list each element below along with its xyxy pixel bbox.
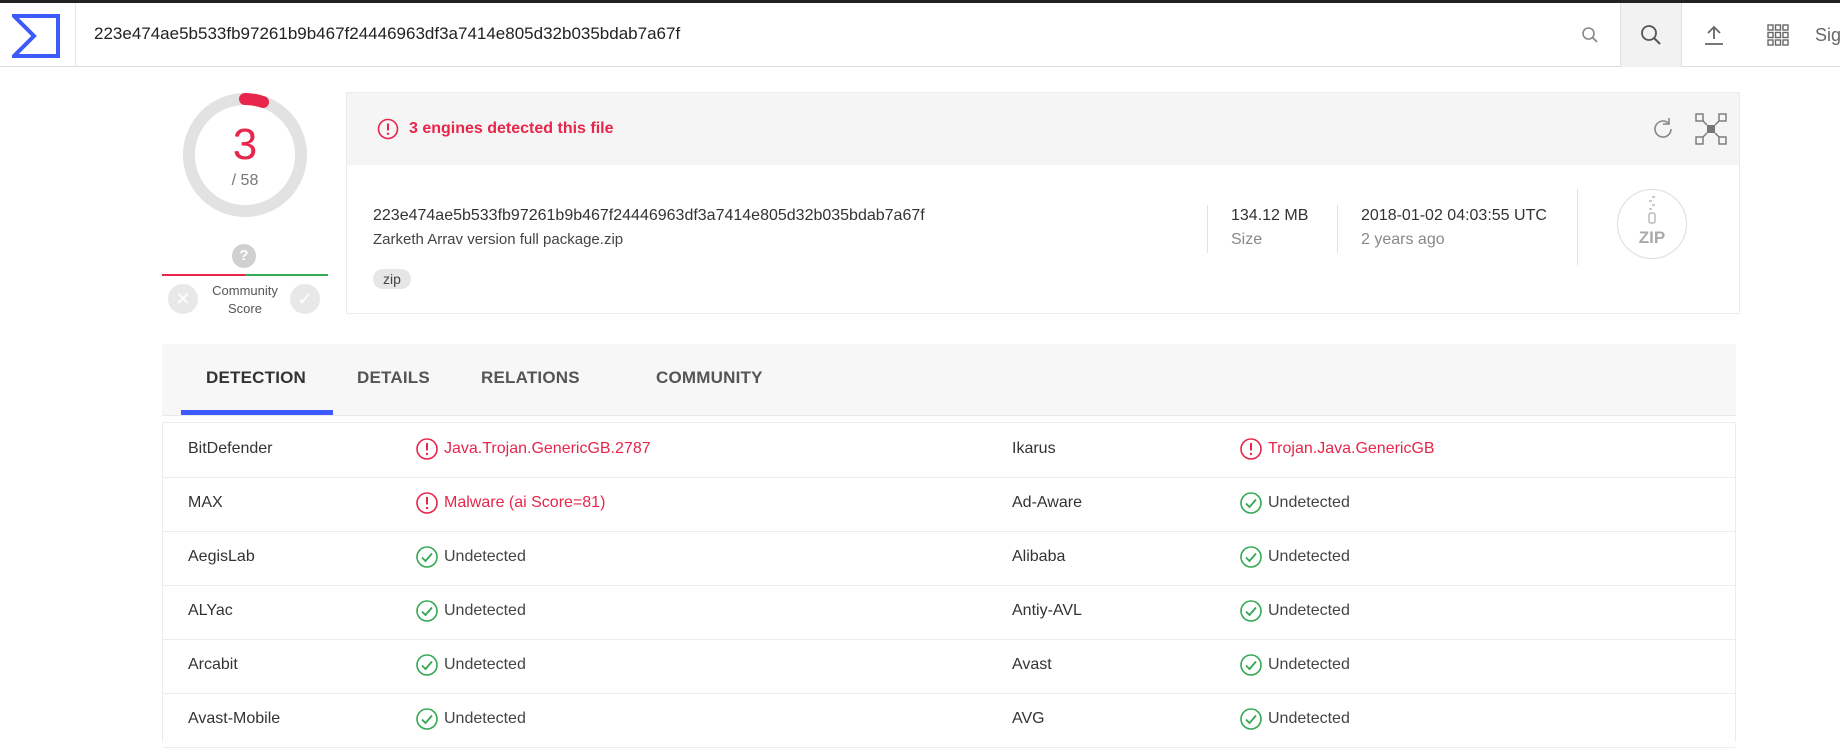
engine-verdict: Undetected <box>444 602 526 619</box>
table-row: Arcabit Undetected Avast Undetected <box>163 639 1735 694</box>
report-tabs: DETECTION DETAILS RELATIONS COMMUNITY <box>162 344 1736 416</box>
engine-name: Ad-Aware <box>1012 494 1082 511</box>
engine-verdict: Undetected <box>444 548 526 565</box>
file-name: Zarketh Arrav version full package.zip <box>373 231 624 248</box>
top-bar: Sig <box>0 3 1840 67</box>
engine-name: Arcabit <box>188 656 238 673</box>
engine-verdict: Java.Trojan.GenericGB.2787 <box>444 440 651 457</box>
virustotal-logo-icon[interactable] <box>9 14 60 58</box>
file-type-label: ZIP <box>1638 228 1666 247</box>
detections-alert: 3 engines detected this file <box>409 120 614 137</box>
file-hash: 223e474ae5b533fb97261b9b467f24446963df3a… <box>373 207 925 224</box>
engine-name: Alibaba <box>1012 548 1066 565</box>
engine-name: MAX <box>188 494 223 511</box>
vote-malicious-button[interactable]: ✕ <box>168 284 198 314</box>
file-size-value: 134.12 MB <box>1231 207 1309 224</box>
engine-name: Ikarus <box>1012 440 1056 457</box>
community-score-label: Community Score <box>212 283 278 316</box>
question-icon: ? <box>232 244 256 268</box>
close-icon: ✕ <box>175 289 191 309</box>
engine-verdict: Undetected <box>1268 602 1350 619</box>
divider <box>1577 189 1578 265</box>
search-icon <box>1641 25 1661 45</box>
table-row: ALYac Undetected Antiy-AVL Undetected <box>163 585 1735 640</box>
engine-name: Avast-Mobile <box>188 710 281 727</box>
check-circle-icon <box>415 599 439 628</box>
file-tag[interactable]: zip <box>373 269 411 289</box>
check-circle-icon <box>415 545 439 574</box>
detection-results-table: BitDefender Java.Trojan.GenericGB.2787 Ika… <box>162 422 1736 748</box>
zip-file-type-icon: ZIP <box>1617 189 1687 259</box>
table-row: Avast-Mobile Undetected AVG Undetected <box>163 693 1735 748</box>
engine-name: Antiy-AVL <box>1012 602 1082 619</box>
upload-button[interactable] <box>1684 3 1744 67</box>
tab-details[interactable]: DETAILS <box>357 368 430 388</box>
graph-button[interactable] <box>1695 113 1727 150</box>
table-row: BitDefender Java.Trojan.GenericGB.2787 Ika… <box>163 423 1735 478</box>
file-summary-card: 3 engines detected this file 223e474ae5b… <box>346 92 1740 314</box>
engine-name: Avast <box>1012 656 1052 673</box>
apps-grid-button[interactable] <box>1748 3 1808 67</box>
last-analysis-relative: 2 years ago <box>1361 231 1445 248</box>
engine-name: ALYac <box>188 602 233 619</box>
upload-icon <box>1705 25 1723 45</box>
check-circle-icon <box>1239 653 1263 682</box>
alert-icon <box>415 491 439 520</box>
tab-community[interactable]: COMMUNITY <box>656 368 763 388</box>
engine-verdict: Trojan.Java.GenericGB <box>1268 440 1435 457</box>
table-row: AegisLab Undetected Alibaba Undetected <box>163 531 1735 586</box>
table-row: MAX Malware (ai Score=81) Ad-Aware Undetect… <box>163 477 1735 532</box>
refresh-icon <box>1654 118 1672 138</box>
engine-name: AVG <box>1012 710 1045 727</box>
search-icon[interactable] <box>1570 3 1610 67</box>
tab-detection[interactable]: DETECTION <box>206 368 306 388</box>
detection-score-gauge: 3 / 58 <box>182 92 308 218</box>
alert-icon <box>377 118 399 145</box>
summary-header: 3 engines detected this file <box>347 93 1739 165</box>
engine-verdict: Undetected <box>1268 710 1350 727</box>
check-circle-icon <box>1239 545 1263 574</box>
check-circle-icon <box>415 653 439 682</box>
divider <box>1337 205 1338 253</box>
check-circle-icon <box>1239 491 1263 520</box>
engine-verdict: Malware (ai Score=81) <box>444 494 606 511</box>
search-input[interactable] <box>94 17 1544 51</box>
logo-divider <box>75 3 76 67</box>
detected-count: 3 <box>232 120 258 169</box>
alert-icon <box>1239 437 1263 466</box>
check-circle-icon <box>415 707 439 736</box>
graph-icon <box>1695 113 1727 145</box>
community-score-bar <box>162 274 328 276</box>
engines-total: / 58 <box>231 172 259 189</box>
check-circle-icon <box>1239 599 1263 628</box>
sign-in-link[interactable]: Sig <box>1815 25 1840 46</box>
divider <box>1207 205 1208 253</box>
alert-icon <box>415 437 439 466</box>
engine-name: AegisLab <box>188 548 255 565</box>
active-tab-indicator <box>181 410 333 415</box>
vote-harmless-button[interactable]: ✓ <box>290 284 320 314</box>
check-circle-icon <box>1239 707 1263 736</box>
engine-verdict: Undetected <box>1268 656 1350 673</box>
engine-name: BitDefender <box>188 440 273 457</box>
engine-verdict: Undetected <box>444 710 526 727</box>
file-size-label: Size <box>1231 231 1263 248</box>
grid-icon <box>1767 24 1789 46</box>
last-analysis-date: 2018-01-02 04:03:55 UTC <box>1361 207 1547 224</box>
engine-verdict: Undetected <box>1268 494 1350 511</box>
community-score: ? ✕ Community Score ✓ <box>162 244 328 320</box>
engine-verdict: Undetected <box>1268 548 1350 565</box>
engine-verdict: Undetected <box>444 656 526 673</box>
tab-relations[interactable]: RELATIONS <box>481 368 580 388</box>
check-icon: ✓ <box>297 289 313 309</box>
reanalyze-button[interactable] <box>1649 115 1677 148</box>
search-button[interactable] <box>1620 3 1682 67</box>
